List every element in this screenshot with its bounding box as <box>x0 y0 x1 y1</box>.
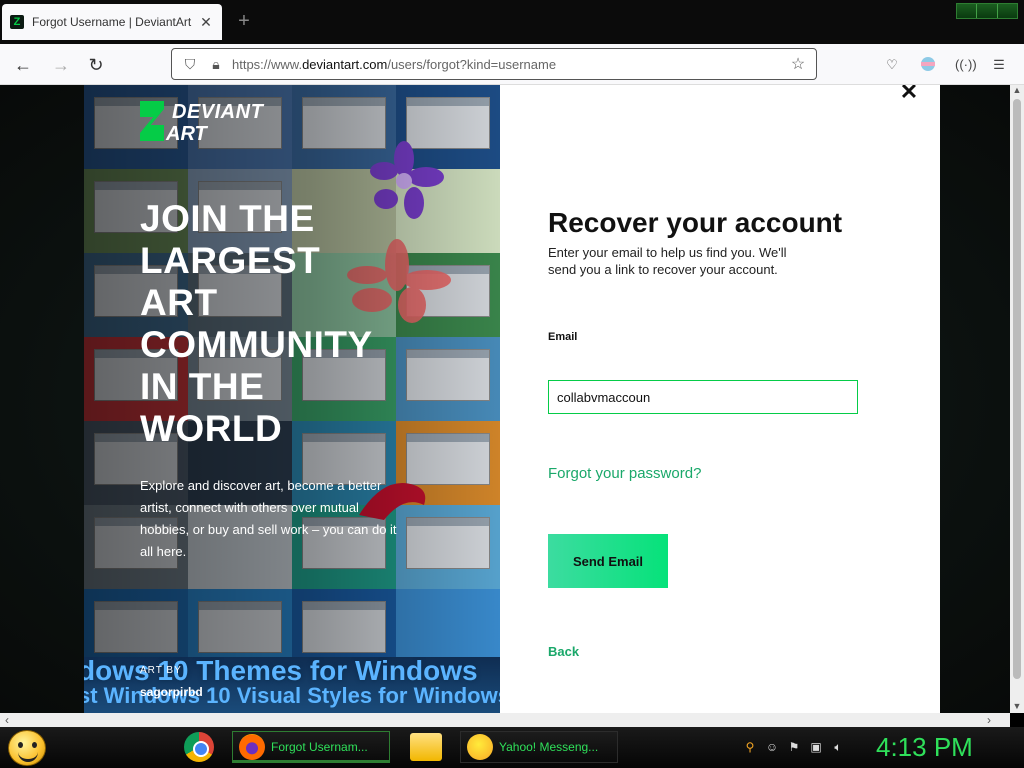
reload-icon[interactable]: ↻ <box>85 54 107 76</box>
horizontal-scrollbar[interactable]: ‹ › <box>0 713 1010 727</box>
deviantart-favicon: Z <box>10 15 24 29</box>
headline-line: LARGEST <box>140 240 321 281</box>
folder-icon[interactable] <box>410 733 442 761</box>
browser-tabstrip: Z Forgot Username | DeviantArt ✕ + <box>0 0 1024 44</box>
clock[interactable]: 4:13 PM <box>876 732 973 763</box>
close-icon[interactable]: ✕ <box>898 85 920 103</box>
scroll-up-icon[interactable]: ▲ <box>1010 85 1024 97</box>
headline-line: ART <box>140 282 218 323</box>
logo-line1: DEVIANT <box>172 101 264 123</box>
scroll-right-icon[interactable]: › <box>982 713 996 727</box>
bookmark-star-icon[interactable]: ☆ <box>788 54 808 74</box>
headline: JOIN THE LARGEST ART COMMUNITY IN THE WO… <box>140 198 410 450</box>
new-tab-button[interactable]: + <box>234 10 254 33</box>
pocket-icon[interactable]: ♡ <box>883 56 901 74</box>
taskbar: Forgot Usernam... Yahoo! Messeng... ⚲ ☺ … <box>0 727 1024 768</box>
extension-icon[interactable]: ((·)) <box>955 56 977 74</box>
lock-icon[interactable]: 🔒︎ <box>206 56 226 73</box>
network-icon[interactable]: ▣ <box>808 739 824 755</box>
browser-tab[interactable]: Z Forgot Username | DeviantArt ✕ <box>2 4 222 40</box>
headline-line: JOIN THE <box>140 198 315 239</box>
url-text[interactable]: https://www.deviantart.com/users/forgot?… <box>232 57 788 72</box>
account-icon[interactable] <box>919 56 937 74</box>
art-credit-label: ART BY <box>140 665 182 676</box>
form-description: Enter your email to help us find you. We… <box>548 245 787 277</box>
headline-line: COMMUNITY <box>140 324 373 365</box>
back-arrow-icon[interactable]: ← <box>12 54 34 76</box>
deviantart-z-icon <box>140 101 164 141</box>
send-email-button[interactable]: Send Email <box>548 534 668 588</box>
url-prefix: https://www. <box>232 56 303 72</box>
window-controls[interactable] <box>956 3 1018 19</box>
vertical-scroll-thumb[interactable] <box>1013 99 1021 679</box>
taskbar-item-firefox[interactable]: Forgot Usernam... <box>232 731 390 763</box>
art-credit-name[interactable]: sagorpirbd <box>140 685 203 699</box>
address-bar[interactable]: ⛉ 🔒︎ https://www.deviantart.com/users/fo… <box>171 48 817 80</box>
tab-close-icon[interactable]: ✕ <box>198 14 214 31</box>
recover-form-panel: ✕ Recover your account Enter your email … <box>500 85 940 713</box>
headline-line: WORLD <box>140 408 283 449</box>
url-path: /users/forgot?kind=username <box>387 56 557 72</box>
forward-arrow-icon[interactable]: → <box>50 54 72 76</box>
email-label: Email <box>548 331 578 343</box>
taskbar-item-label: Forgot Usernam... <box>271 740 368 754</box>
back-link[interactable]: Back <box>548 644 579 659</box>
logo-line2: ART <box>166 123 207 145</box>
menu-icon[interactable]: ☰ <box>990 56 1008 74</box>
firefox-icon <box>239 734 265 760</box>
shield-icon[interactable]: ⛉ <box>180 56 200 73</box>
vertical-scrollbar[interactable]: ▲ ▼ <box>1010 85 1024 713</box>
taskbar-item-label: Yahoo! Messeng... <box>499 740 599 754</box>
scroll-left-icon[interactable]: ‹ <box>0 713 14 727</box>
start-button[interactable] <box>8 730 46 766</box>
scroll-down-icon[interactable]: ▼ <box>1010 701 1024 713</box>
flag-icon[interactable]: ⚑ <box>786 739 802 755</box>
page-viewport: DEVIANT ART JOIN THE LARGEST ART COMMUNI… <box>0 85 1010 713</box>
system-tray: ⚲ ☺ ⚑ ▣ 🔈︎ <box>742 739 846 755</box>
headline-line: IN THE <box>140 366 265 407</box>
url-domain: deviantart.com <box>302 56 388 72</box>
smiley-tray-icon[interactable]: ☺ <box>764 739 780 755</box>
subcopy: Explore and discover art, become a bette… <box>140 478 397 559</box>
deviantart-logo[interactable]: DEVIANT ART <box>140 101 290 145</box>
art-panel: DEVIANT ART JOIN THE LARGEST ART COMMUNI… <box>84 85 500 713</box>
yahoo-messenger-icon <box>467 734 493 760</box>
speaker-icon[interactable]: 🔈︎ <box>830 739 846 755</box>
taskbar-item-yahoo[interactable]: Yahoo! Messeng... <box>460 731 618 763</box>
browser-navbar: ← → ↻ ⛉ 🔒︎ https://www.deviantart.com/us… <box>0 44 1024 85</box>
email-field[interactable] <box>548 380 858 414</box>
chrome-icon[interactable] <box>184 732 214 762</box>
search-icon[interactable]: ⚲ <box>742 739 758 755</box>
form-title: Recover your account <box>548 207 843 238</box>
forgot-password-link[interactable]: Forgot your password? <box>548 465 701 482</box>
tab-title: Forgot Username | DeviantArt <box>32 15 192 29</box>
